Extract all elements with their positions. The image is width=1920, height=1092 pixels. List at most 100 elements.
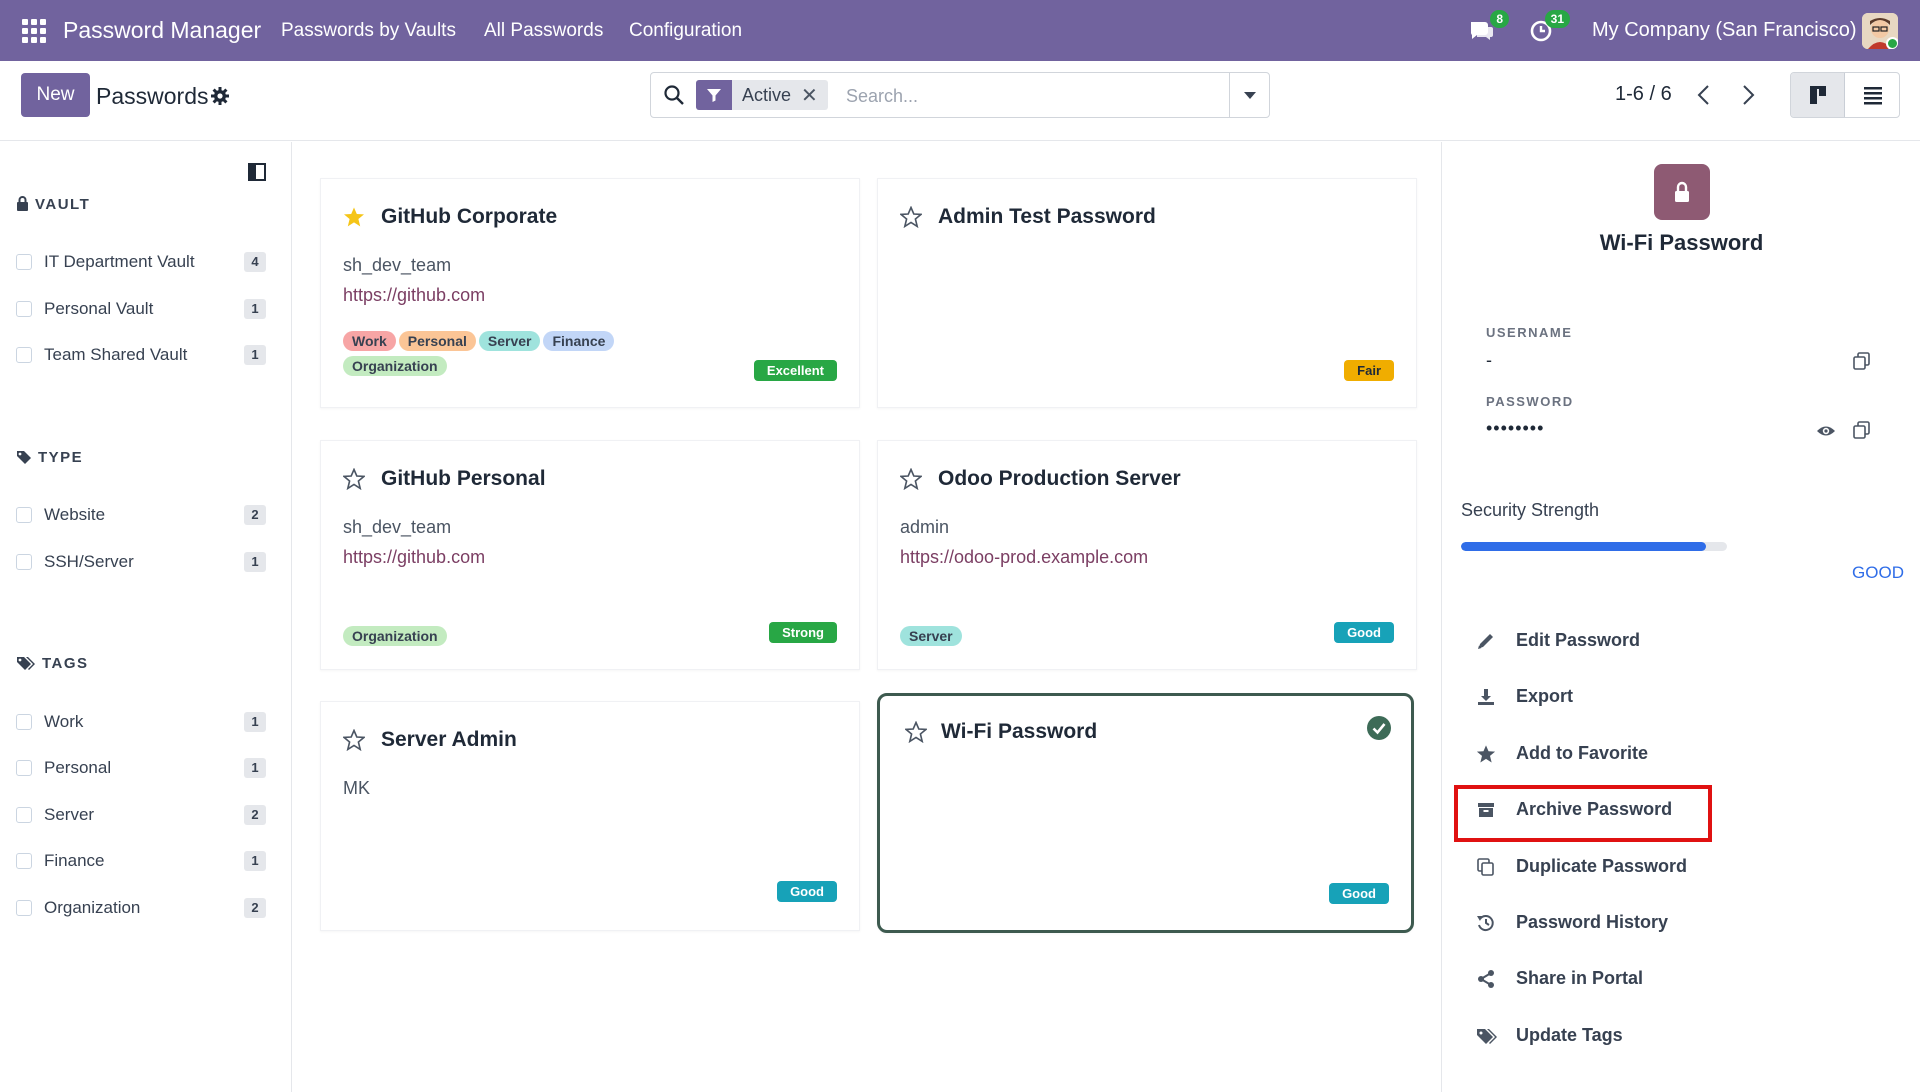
kanban-view-button[interactable]	[1791, 73, 1845, 117]
tag-server: Server	[900, 626, 962, 646]
strength-bar-fill	[1461, 542, 1706, 551]
tag-icon	[17, 451, 31, 464]
checkbox[interactable]	[16, 900, 32, 916]
sidebar-item-website[interactable]: Website 2	[16, 500, 266, 530]
sidebar-item-label: IT Department Vault	[44, 252, 195, 271]
sidebar-item-tag-work[interactable]: Work 1	[16, 707, 266, 737]
list-view-button[interactable]	[1846, 73, 1899, 117]
password-value: ••••••••	[1486, 418, 1545, 438]
facet-label: Active	[742, 84, 792, 105]
search-input[interactable]: Search...	[846, 86, 918, 107]
tag-server: Server	[478, 331, 541, 351]
company-switcher[interactable]: My Company (San Francisco)	[1592, 19, 1857, 42]
search-panel-sidebar: VAULT IT Department Vault 4 Personal Vau…	[0, 142, 292, 1092]
share-icon	[1478, 970, 1494, 988]
card-username: sh_dev_team	[343, 255, 452, 275]
sidebar-item-ssh-server[interactable]: SSH/Server 1	[16, 547, 266, 577]
tag-organization: Organization	[343, 626, 447, 646]
count-badge: 1	[244, 851, 266, 871]
menu-all-passwords[interactable]: All Passwords	[484, 20, 603, 42]
search-icon[interactable]	[663, 84, 685, 106]
sidebar-item-tag-server[interactable]: Server 2	[16, 800, 266, 830]
new-button[interactable]: New	[21, 73, 90, 117]
favorite-star-icon[interactable]	[343, 729, 365, 751]
duplicate-password-action[interactable]: Duplicate Password	[1472, 849, 1732, 885]
sidebar-item-tag-finance[interactable]: Finance 1	[16, 846, 266, 876]
gear-icon[interactable]	[210, 86, 230, 106]
history-icon	[1477, 915, 1494, 932]
count-badge: 1	[244, 299, 266, 319]
password-history-action[interactable]: Password History	[1472, 905, 1732, 941]
sidebar-item-label: SSH/Server	[44, 552, 134, 571]
card-url-link[interactable]: https://odoo-prod.example.com	[900, 547, 1148, 568]
sidebar-item-team-shared-vault[interactable]: Team Shared Vault 1	[16, 340, 266, 370]
menu-passwords-by-vaults[interactable]: Passwords by Vaults	[281, 20, 456, 42]
count-badge: 2	[244, 898, 266, 918]
security-strength-bar	[1461, 542, 1727, 551]
previous-page-icon[interactable]	[1693, 83, 1715, 107]
strength-badge: Good	[1334, 622, 1394, 643]
kanban-card-github-corporate[interactable]: GitHub Corporate sh_dev_team https://git…	[320, 178, 860, 408]
checkbox[interactable]	[16, 254, 32, 270]
checkbox[interactable]	[16, 301, 32, 317]
app-grid-icon[interactable]	[22, 19, 46, 43]
card-username: MK	[343, 778, 370, 798]
sidebar-item-it-department-vault[interactable]: IT Department Vault 4	[16, 247, 266, 277]
menu-configuration[interactable]: Configuration	[629, 20, 742, 42]
favorite-star-icon[interactable]	[900, 206, 922, 228]
messages-button[interactable]: 8	[1467, 10, 1509, 46]
kanban-card-github-personal[interactable]: GitHub Personal sh_dev_team https://gith…	[320, 440, 860, 670]
sidebar-item-personal-vault[interactable]: Personal Vault 1	[16, 294, 266, 324]
kanban-card-wifi-password[interactable]: Wi-Fi Password Good	[877, 693, 1414, 933]
card-title: GitHub Personal	[381, 467, 546, 490]
card-title: GitHub Corporate	[381, 205, 558, 228]
update-tags-action[interactable]: Update Tags	[1472, 1018, 1732, 1054]
favorite-star-icon[interactable]	[343, 468, 365, 490]
add-to-favorite-action[interactable]: Add to Favorite	[1472, 736, 1732, 772]
kanban-card-server-admin[interactable]: Server Admin MK Good	[320, 701, 860, 931]
app-brand[interactable]: Password Manager	[63, 17, 261, 44]
page-title[interactable]: Passwords	[96, 83, 208, 110]
sidebar-item-label: Work	[44, 712, 84, 731]
remove-facet-icon[interactable]: ✕	[801, 83, 828, 108]
tags-icon	[17, 657, 35, 670]
checkbox[interactable]	[16, 554, 32, 570]
card-url-link[interactable]: https://github.com	[343, 285, 485, 306]
kanban-card-admin-test-password[interactable]: Admin Test Password Fair	[877, 178, 1417, 408]
count-badge: 2	[244, 505, 266, 525]
collapse-sidebar-icon[interactable]	[247, 162, 267, 182]
share-in-portal-action[interactable]: Share in Portal	[1472, 961, 1732, 997]
top-navbar: Password Manager Passwords by Vaults All…	[0, 0, 1920, 61]
active-filter-facet: Active ✕	[696, 80, 828, 110]
sidebar-item-tag-personal[interactable]: Personal 1	[16, 753, 266, 783]
kanban-card-odoo-production-server[interactable]: Odoo Production Server admin https://odo…	[877, 440, 1417, 670]
checkbox[interactable]	[16, 760, 32, 776]
checkbox[interactable]	[16, 507, 32, 523]
show-password-eye-icon[interactable]	[1816, 421, 1836, 441]
count-badge: 2	[244, 805, 266, 825]
tags-icon	[1477, 1029, 1497, 1044]
edit-password-action[interactable]: Edit Password	[1472, 623, 1732, 659]
copy-username-icon[interactable]	[1852, 351, 1872, 371]
checkbox[interactable]	[16, 714, 32, 730]
favorite-star-filled-icon[interactable]	[343, 206, 365, 228]
favorite-star-icon[interactable]	[905, 721, 927, 743]
user-avatar[interactable]	[1862, 13, 1898, 49]
copy-password-icon[interactable]	[1852, 420, 1872, 440]
next-page-icon[interactable]	[1737, 83, 1759, 107]
sidebar-item-label: Personal Vault	[44, 299, 154, 318]
activities-button[interactable]: 31	[1528, 10, 1570, 46]
export-action[interactable]: Export	[1472, 679, 1732, 715]
checkbox[interactable]	[16, 347, 32, 363]
card-url-link[interactable]: https://github.com	[343, 547, 485, 568]
view-switcher	[1790, 72, 1900, 118]
pager-value[interactable]: 1-6 / 6	[1615, 83, 1672, 106]
search-options-toggle[interactable]	[1229, 73, 1269, 117]
count-badge: 1	[244, 758, 266, 778]
checkbox[interactable]	[16, 853, 32, 869]
sidebar-item-tag-organization[interactable]: Organization 2	[16, 893, 266, 923]
sidebar-item-label: Organization	[44, 898, 141, 917]
favorite-star-icon[interactable]	[900, 468, 922, 490]
card-tags: Work Personal Server Finance Organization	[343, 331, 663, 381]
checkbox[interactable]	[16, 807, 32, 823]
